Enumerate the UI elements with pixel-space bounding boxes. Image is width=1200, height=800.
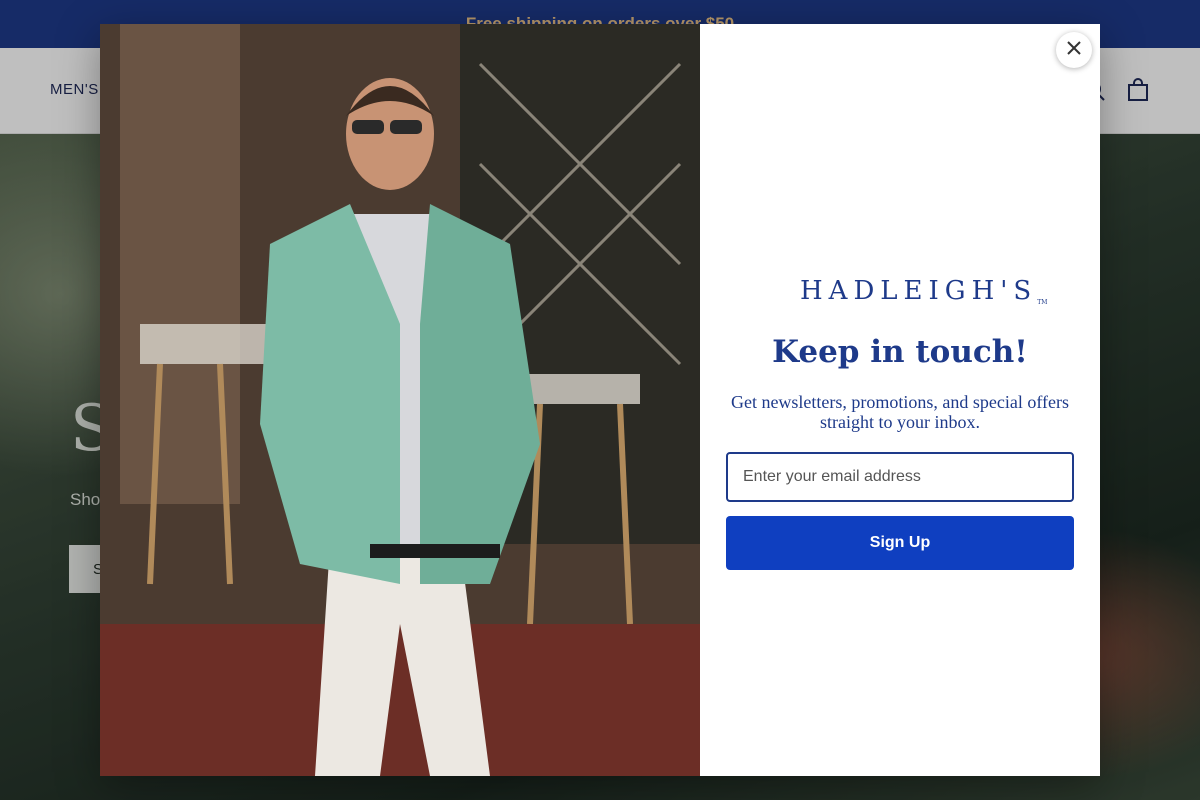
brand-name: HADLEIGH'S [800, 276, 1038, 306]
close-button[interactable] [1056, 32, 1092, 68]
modal-photo-man-in-green-blazer [100, 24, 700, 776]
modal-headline: Keep in touch! [772, 334, 1028, 370]
brand-logo: HADLEIGH'STM [800, 276, 1047, 306]
brand-trademark: TM [1037, 299, 1048, 306]
sign-up-button[interactable]: Sign Up [726, 516, 1074, 570]
newsletter-modal: HADLEIGH'STM Keep in touch! Get newslett… [100, 24, 1100, 776]
modal-description: Get newsletters, promotions, and special… [730, 392, 1070, 432]
email-input[interactable] [726, 452, 1074, 502]
close-icon [1066, 40, 1082, 61]
